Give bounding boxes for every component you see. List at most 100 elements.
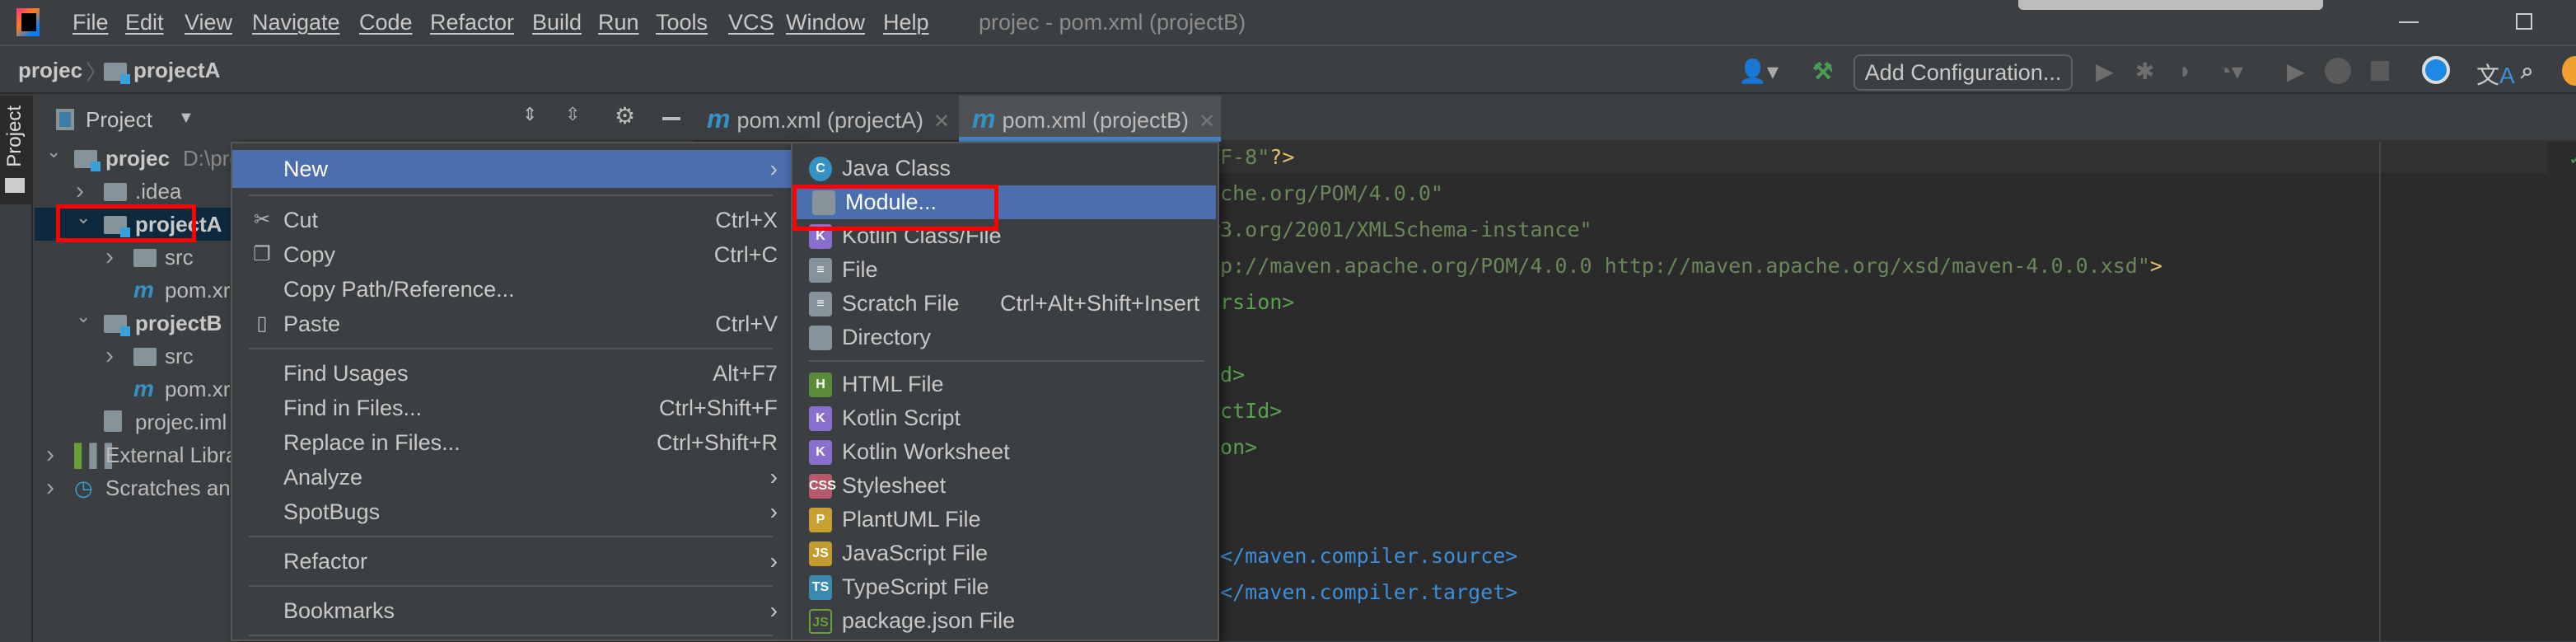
menu-item-directory[interactable]: Directory: [792, 321, 1218, 354]
build-hammer-icon[interactable]: ⚒: [1812, 58, 1833, 85]
expand-all-icon[interactable]: ⇕: [522, 104, 537, 125]
menu-item-shortcut: Ctrl+X: [715, 208, 778, 232]
hide-icon[interactable]: [662, 117, 680, 120]
code-token: w3.org/2001/XMLSchema-instance": [1208, 218, 1592, 241]
menu-run[interactable]: Run: [598, 10, 639, 35]
highlight-box-module: [792, 185, 998, 231]
menu-help[interactable]: Help: [883, 10, 929, 35]
menu-item-label: HTML File: [842, 372, 944, 396]
chevron-right-icon[interactable]: ›: [46, 438, 54, 471]
chevron-right-icon[interactable]: ›: [105, 241, 114, 274]
menu-item-java-class[interactable]: C Java Class: [792, 152, 1218, 185]
menu-item-file[interactable]: ≡ File: [792, 253, 1218, 287]
menu-item-cut[interactable]: ✂ Cut Ctrl+X: [232, 203, 791, 237]
menu-refactor[interactable]: Refactor: [430, 10, 514, 35]
coverage-icon[interactable]: ◗: [2178, 58, 2192, 84]
folder-icon: [133, 249, 157, 267]
menu-code[interactable]: Code: [359, 10, 413, 35]
menu-item-kotlin-worksheet[interactable]: K Kotlin Worksheet: [792, 435, 1218, 469]
breadcrumb-module[interactable]: projectA: [133, 58, 220, 83]
code-line: ersion>: [1208, 290, 1294, 314]
menu-item-kotlin-script[interactable]: K Kotlin Script: [792, 401, 1218, 435]
stop-icon[interactable]: [2371, 61, 2389, 81]
close-icon[interactable]: ✕: [1199, 110, 1215, 133]
profile-icon[interactable]: ◔▾: [2218, 58, 2243, 85]
clipboard-icon: ▯: [256, 312, 268, 335]
project-view-selector[interactable]: Project: [86, 107, 152, 133]
menu-item-stylesheet[interactable]: CSS Stylesheet: [792, 469, 1218, 503]
menu-item-package-json-file[interactable]: JS package.json File: [792, 604, 1218, 638]
debug-icon[interactable]: ✱: [2135, 58, 2154, 85]
menu-tools[interactable]: Tools: [656, 10, 708, 35]
window-title: projec - pom.xml (projectB): [979, 10, 1246, 35]
translate-icon[interactable]: 文A: [2476, 58, 2515, 91]
menu-item-refactor[interactable]: Refactor ›: [232, 544, 791, 579]
run-icon[interactable]: ▶: [2096, 58, 2114, 85]
menu-edit[interactable]: Edit: [125, 10, 164, 35]
search-icon[interactable]: ⌕: [2521, 58, 2534, 85]
chevron-down-icon[interactable]: ▼: [178, 109, 194, 128]
menu-item-label: New: [283, 157, 329, 181]
intellij-logo-icon: [16, 8, 40, 36]
chevron-right-icon[interactable]: ›: [46, 471, 54, 504]
menu-navigate[interactable]: Navigate: [252, 10, 340, 35]
code-token: </maven.compiler.target>: [1220, 580, 1518, 604]
folder-icon: [809, 325, 832, 350]
attach-icon[interactable]: ▶: [2287, 58, 2305, 85]
menu-item-paste[interactable]: ▯ Paste Ctrl+V: [232, 307, 791, 341]
menu-item-find-usages[interactable]: Find Usages Alt+F7: [232, 356, 791, 391]
menu-separator: [249, 536, 773, 537]
menu-item-find-in-files[interactable]: Find in Files... Ctrl+Shift+F: [232, 391, 791, 425]
menu-item-typescript-file[interactable]: TS TypeScript File: [792, 570, 1218, 604]
menu-file[interactable]: File: [72, 10, 109, 35]
menu-item-javascript-file[interactable]: JS JavaScript File: [792, 537, 1218, 570]
project-tool-tab-label[interactable]: Project: [3, 105, 26, 167]
menu-item-label: Replace in Files...: [283, 430, 461, 455]
menu-item-copy-path-reference[interactable]: Copy Path/Reference...: [232, 272, 791, 307]
context-menu: New › ✂ Cut Ctrl+X ❐ Copy Ctrl+C Copy Path/Refer…: [231, 142, 792, 641]
menu-item-html-file[interactable]: H HTML File: [792, 368, 1218, 401]
menu-item-label: Cut: [283, 208, 319, 232]
menu-build[interactable]: Build: [532, 10, 582, 35]
nodejs-icon: JS: [809, 608, 832, 634]
update-icon[interactable]: [2562, 56, 2576, 86]
menu-separator: [249, 348, 773, 349]
menu-item-plantuml-file[interactable]: P PlantUML File: [792, 503, 1218, 537]
breadcrumb-root[interactable]: projec: [18, 58, 82, 83]
menu-item-analyze[interactable]: Analyze ›: [232, 460, 791, 494]
code-token: tp://maven.apache.org/POM/4.0.0 http://m…: [1208, 254, 2150, 278]
menu-item-copy[interactable]: ❐ Copy Ctrl+C: [232, 237, 791, 272]
tab-label: pom.xml (projectB): [1002, 108, 1189, 133]
menu-vcs[interactable]: VCS: [728, 10, 774, 35]
menu-item-label: package.json File: [842, 608, 1016, 633]
menu-view[interactable]: View: [185, 10, 232, 35]
add-configuration-button[interactable]: Add Configuration...: [1854, 54, 2073, 91]
record-icon[interactable]: [2325, 58, 2351, 84]
tab-pom-xml-projectb[interactable]: m pom.xml (projectB) ✕: [959, 96, 1221, 142]
module-folder-icon: [74, 150, 101, 171]
tree-item-label: pom.xr: [165, 377, 231, 401]
menu-item-new[interactable]: New ›: [232, 150, 791, 188]
menu-item-label: File: [842, 257, 878, 282]
chevron-right-icon[interactable]: ›: [105, 340, 114, 373]
menu-item-scratch-file[interactable]: ≡ Scratch File Ctrl+Alt+Shift+Insert: [792, 287, 1218, 321]
tab-pom-xml-projecta[interactable]: m pom.xml (projectA) ✕: [694, 96, 956, 142]
menu-bar: File Edit View Navigate Code Refactor Build Run…: [0, 0, 2576, 46]
close-icon[interactable]: ✕: [933, 110, 950, 133]
gear-icon[interactable]: ⚙: [615, 102, 635, 129]
menu-window[interactable]: Window: [786, 10, 865, 35]
menu-item-spotbugs[interactable]: SpotBugs ›: [232, 494, 791, 529]
user-icon[interactable]: 👤▾: [1738, 58, 1779, 85]
menu-item-label: Stylesheet: [842, 473, 947, 498]
code-token: ersion>: [1208, 290, 1295, 314]
menu-item-bookmarks[interactable]: Bookmarks ›: [232, 593, 791, 628]
inspection-ok-icon[interactable]: ✓: [2569, 148, 2576, 170]
chevron-down-icon[interactable]: ⌄: [76, 300, 91, 333]
dashboard-icon[interactable]: [2422, 56, 2450, 84]
collapse-all-icon[interactable]: ⇳: [565, 104, 580, 125]
module-folder-icon: [104, 315, 130, 336]
menu-item-replace-in-files[interactable]: Replace in Files... Ctrl+Shift+R: [232, 425, 791, 460]
chevron-down-icon[interactable]: ⌄: [46, 135, 61, 168]
restore-button[interactable]: [2516, 13, 2532, 30]
minimize-button[interactable]: [2399, 21, 2419, 23]
